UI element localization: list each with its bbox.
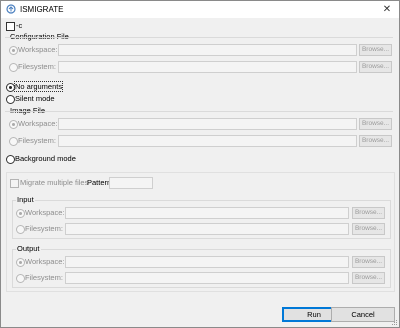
input-workspace-label: Workspace: bbox=[25, 208, 65, 217]
background-mode-label[interactable]: Background mode bbox=[15, 154, 76, 163]
image-filesystem-label: Filesystem: bbox=[18, 136, 56, 145]
image-filesystem-browse-button[interactable]: Browse... bbox=[359, 135, 392, 147]
image-workspace-browse-button[interactable]: Browse... bbox=[359, 118, 392, 130]
image-workspace-radio[interactable] bbox=[9, 120, 18, 129]
config-filesystem-radio[interactable] bbox=[9, 63, 18, 72]
resize-grip-icon[interactable] bbox=[392, 320, 398, 326]
config-workspace-radio[interactable] bbox=[9, 46, 18, 55]
config-filesystem-field[interactable] bbox=[58, 61, 357, 73]
config-filesystem-browse-button[interactable]: Browse... bbox=[359, 61, 392, 73]
cancel-button[interactable]: Cancel bbox=[331, 307, 395, 322]
output-group-title: Output bbox=[16, 244, 41, 253]
input-filesystem-browse-button[interactable]: Browse... bbox=[352, 223, 385, 235]
input-workspace-field[interactable] bbox=[65, 207, 349, 219]
image-filesystem-radio[interactable] bbox=[9, 137, 18, 146]
output-filesystem-radio[interactable] bbox=[16, 274, 25, 283]
output-workspace-browse-button[interactable]: Browse... bbox=[352, 256, 385, 268]
input-workspace-browse-button[interactable]: Browse... bbox=[352, 207, 385, 219]
input-workspace-radio[interactable] bbox=[16, 209, 25, 218]
migrate-multiple-label: Migrate multiple files bbox=[20, 178, 89, 187]
output-workspace-field[interactable] bbox=[65, 256, 349, 268]
window-title: ISMIGRATE bbox=[20, 5, 64, 14]
input-group-title: Input bbox=[16, 195, 35, 204]
output-filesystem-label: Filesystem: bbox=[25, 273, 63, 282]
output-filesystem-field[interactable] bbox=[65, 272, 349, 284]
ismigrate-dialog: ISMIGRATE ✕ -c Configuration File Worksp… bbox=[0, 0, 400, 328]
config-workspace-browse-button[interactable]: Browse... bbox=[359, 44, 392, 56]
output-filesystem-browse-button[interactable]: Browse... bbox=[352, 272, 385, 284]
pattern-input[interactable] bbox=[109, 177, 153, 189]
migrate-multiple-checkbox[interactable] bbox=[10, 179, 19, 188]
app-icon bbox=[6, 4, 16, 14]
title-bar: ISMIGRATE ✕ bbox=[1, 1, 399, 18]
output-workspace-radio[interactable] bbox=[16, 258, 25, 267]
silent-mode-radio[interactable] bbox=[6, 95, 15, 104]
no-arguments-label[interactable]: No arguments bbox=[13, 81, 64, 92]
input-filesystem-label: Filesystem: bbox=[25, 224, 63, 233]
background-mode-radio[interactable] bbox=[6, 155, 15, 164]
c-flag-label: -c bbox=[16, 21, 23, 30]
config-filesystem-label: Filesystem: bbox=[18, 62, 56, 71]
c-flag-checkbox[interactable] bbox=[6, 22, 15, 31]
config-workspace-field[interactable] bbox=[58, 44, 357, 56]
input-filesystem-radio[interactable] bbox=[16, 225, 25, 234]
image-filesystem-field[interactable] bbox=[58, 135, 357, 147]
silent-mode-label[interactable]: Silent mode bbox=[15, 94, 55, 103]
image-workspace-field[interactable] bbox=[58, 118, 357, 130]
close-icon[interactable]: ✕ bbox=[375, 1, 399, 18]
image-workspace-label: Workspace: bbox=[18, 119, 58, 128]
config-workspace-label: Workspace: bbox=[18, 45, 58, 54]
pattern-label: Pattern bbox=[87, 178, 112, 187]
input-filesystem-field[interactable] bbox=[65, 223, 349, 235]
output-workspace-label: Workspace: bbox=[25, 257, 65, 266]
no-arguments-radio[interactable] bbox=[6, 83, 15, 92]
